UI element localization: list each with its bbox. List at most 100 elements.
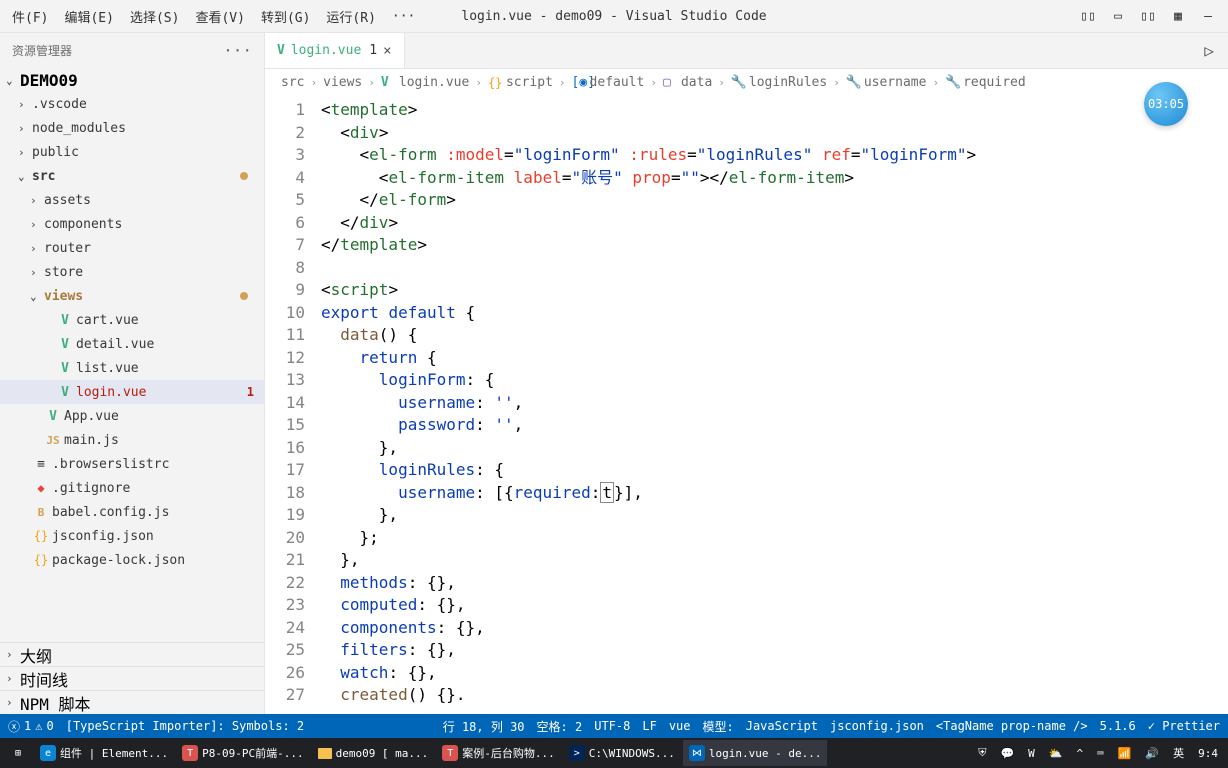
code-line[interactable]: <script> xyxy=(321,279,1228,302)
layout-right-icon[interactable]: ▯▯ xyxy=(1136,4,1160,28)
status-errors[interactable]: ⓧ 1 ⚠ 0 xyxy=(8,718,54,735)
menu-view[interactable]: 查看(V) xyxy=(187,3,252,30)
status-version[interactable]: 5.1.6 xyxy=(1100,719,1136,733)
tree-item-components[interactable]: ›components xyxy=(0,212,264,236)
taskbar-item[interactable]: demo09 [ ma... xyxy=(312,740,435,766)
crumb-views[interactable]: views xyxy=(323,75,362,90)
code-line[interactable] xyxy=(321,257,1228,280)
taskbar-item[interactable]: e组件 | Element... xyxy=(34,740,174,766)
code-line[interactable]: export default { xyxy=(321,302,1228,325)
section-大纲[interactable]: ›大纲 xyxy=(0,642,264,666)
section-时间线[interactable]: ›时间线 xyxy=(0,666,264,690)
code-line[interactable]: computed: {}, xyxy=(321,594,1228,617)
code-line[interactable]: loginRules: { xyxy=(321,459,1228,482)
tray-icon[interactable]: 9:4 xyxy=(1192,740,1224,766)
tree-item-package-lock-json[interactable]: {}package-lock.json xyxy=(0,548,264,572)
tree-item--vscode[interactable]: ›.vscode xyxy=(0,92,264,116)
code-line[interactable]: <template> xyxy=(321,99,1228,122)
code-line[interactable]: }, xyxy=(321,504,1228,527)
tray-icon[interactable]: ⛨ xyxy=(972,740,992,766)
code-line[interactable]: }, xyxy=(321,437,1228,460)
project-root[interactable]: ⌄ DEMO09 xyxy=(0,68,264,92)
tree-item-list-vue[interactable]: Vlist.vue xyxy=(0,356,264,380)
code-line[interactable]: created() {}. xyxy=(321,684,1228,707)
code-editor[interactable]: 1234567891011121314151617181920212223242… xyxy=(265,97,1228,714)
code-line[interactable]: data() { xyxy=(321,324,1228,347)
tree-item-detail-vue[interactable]: Vdetail.vue xyxy=(0,332,264,356)
code-line[interactable]: components: {}, xyxy=(321,617,1228,640)
tree-item-login-vue[interactable]: Vlogin.vue1 xyxy=(0,380,264,404)
close-icon[interactable]: × xyxy=(383,43,391,59)
crumb-script[interactable]: {}script xyxy=(488,75,553,90)
tray-icon[interactable]: 英 xyxy=(1167,740,1190,766)
menu-goto[interactable]: 转到(G) xyxy=(253,3,318,30)
status-js[interactable]: JavaScript xyxy=(746,719,818,733)
taskbar-item[interactable]: ⊞ xyxy=(4,740,32,766)
menu-file[interactable]: 件(F) xyxy=(4,3,56,30)
code-line[interactable]: username: [{required:t}], xyxy=(321,482,1228,505)
status-lang[interactable]: vue xyxy=(669,719,691,733)
code-line[interactable]: </el-form> xyxy=(321,189,1228,212)
tree-item-App-vue[interactable]: VApp.vue xyxy=(0,404,264,428)
tree-item-jsconfig-json[interactable]: {}jsconfig.json xyxy=(0,524,264,548)
section-NPM 脚本[interactable]: ›NPM 脚本 xyxy=(0,690,264,714)
minimize-icon[interactable]: — xyxy=(1196,4,1220,28)
status-prettier[interactable]: ✓ Prettier xyxy=(1148,719,1220,733)
taskbar-item[interactable]: >C:\WINDOWS... xyxy=(563,740,681,766)
tree-item-store[interactable]: ›store xyxy=(0,260,264,284)
code-line[interactable]: methods: {}, xyxy=(321,572,1228,595)
menu-edit[interactable]: 编辑(E) xyxy=(56,3,121,30)
status-model[interactable]: 模型: xyxy=(703,718,734,735)
tree-item--gitignore[interactable]: ◆.gitignore xyxy=(0,476,264,500)
taskbar-item[interactable]: TP8-09-PC前端-... xyxy=(176,740,309,766)
code-line[interactable]: watch: {}, xyxy=(321,662,1228,685)
code-line[interactable]: filters: {}, xyxy=(321,639,1228,662)
tray-icon[interactable]: ⛅ xyxy=(1043,740,1069,766)
status-importer[interactable]: [TypeScript Importer]: Symbols: 2 xyxy=(66,719,304,733)
tray-icon[interactable]: 📶 xyxy=(1112,740,1138,766)
code-line[interactable]: password: '', xyxy=(321,414,1228,437)
code-line[interactable]: loginForm: { xyxy=(321,369,1228,392)
tab-login-vue[interactable]: V login.vue 1 × xyxy=(265,33,405,68)
layout-sidebar-icon[interactable]: ▯▯ xyxy=(1076,4,1100,28)
crumb-username[interactable]: 🔧username xyxy=(846,75,927,90)
layout-panel-icon[interactable]: ▭ xyxy=(1106,4,1130,28)
tree-item-assets[interactable]: ›assets xyxy=(0,188,264,212)
tree-item-cart-vue[interactable]: Vcart.vue xyxy=(0,308,264,332)
tray-icon[interactable]: ^ xyxy=(1070,740,1089,766)
tree-item-main-js[interactable]: JSmain.js xyxy=(0,428,264,452)
status-position[interactable]: 行 18, 列 30 xyxy=(443,718,525,735)
menu-run[interactable]: 运行(R) xyxy=(318,3,383,30)
layout-grid-icon[interactable]: ▦ xyxy=(1166,4,1190,28)
tray-icon[interactable]: W xyxy=(1022,740,1041,766)
code-content[interactable]: <template> <div> <el-form :model="loginF… xyxy=(321,97,1228,714)
run-icon[interactable]: ▷ xyxy=(1190,33,1228,68)
tree-item-views[interactable]: ⌄views xyxy=(0,284,264,308)
code-line[interactable]: }, xyxy=(321,549,1228,572)
taskbar-item[interactable]: ⋈login.vue - de... xyxy=(683,740,828,766)
code-line[interactable]: return { xyxy=(321,347,1228,370)
code-line[interactable]: <div> xyxy=(321,122,1228,145)
code-line[interactable]: </div> xyxy=(321,212,1228,235)
status-spaces[interactable]: 空格: 2 xyxy=(537,718,583,735)
crumb-data[interactable]: ▢data xyxy=(663,75,712,90)
crumb-loginRules[interactable]: 🔧loginRules xyxy=(731,75,827,90)
tree-item-src[interactable]: ⌄src xyxy=(0,164,264,188)
crumb-login.vue[interactable]: Vlogin.vue xyxy=(381,75,469,90)
menu-selection[interactable]: 选择(S) xyxy=(122,3,187,30)
crumb-src[interactable]: src xyxy=(281,75,304,90)
tree-item-babel-config-js[interactable]: Bbabel.config.js xyxy=(0,500,264,524)
status-encoding[interactable]: UTF-8 xyxy=(594,719,630,733)
status-tagname[interactable]: <TagName prop-name /> xyxy=(936,719,1088,733)
tree-item-public[interactable]: ›public xyxy=(0,140,264,164)
code-line[interactable]: <el-form-item label="账号" prop=""></el-fo… xyxy=(321,167,1228,190)
tree-item--browserslistrc[interactable]: ≡.browserslistrc xyxy=(0,452,264,476)
tree-item-router[interactable]: ›router xyxy=(0,236,264,260)
code-line[interactable]: username: '', xyxy=(321,392,1228,415)
code-line[interactable]: }; xyxy=(321,527,1228,550)
status-jsconfig[interactable]: jsconfig.json xyxy=(830,719,924,733)
menu-more-icon[interactable]: ··· xyxy=(384,5,423,28)
crumb-default[interactable]: [◉]default xyxy=(572,75,645,90)
tree-item-node_modules[interactable]: ›node_modules xyxy=(0,116,264,140)
code-line[interactable]: <el-form :model="loginForm" :rules="logi… xyxy=(321,144,1228,167)
